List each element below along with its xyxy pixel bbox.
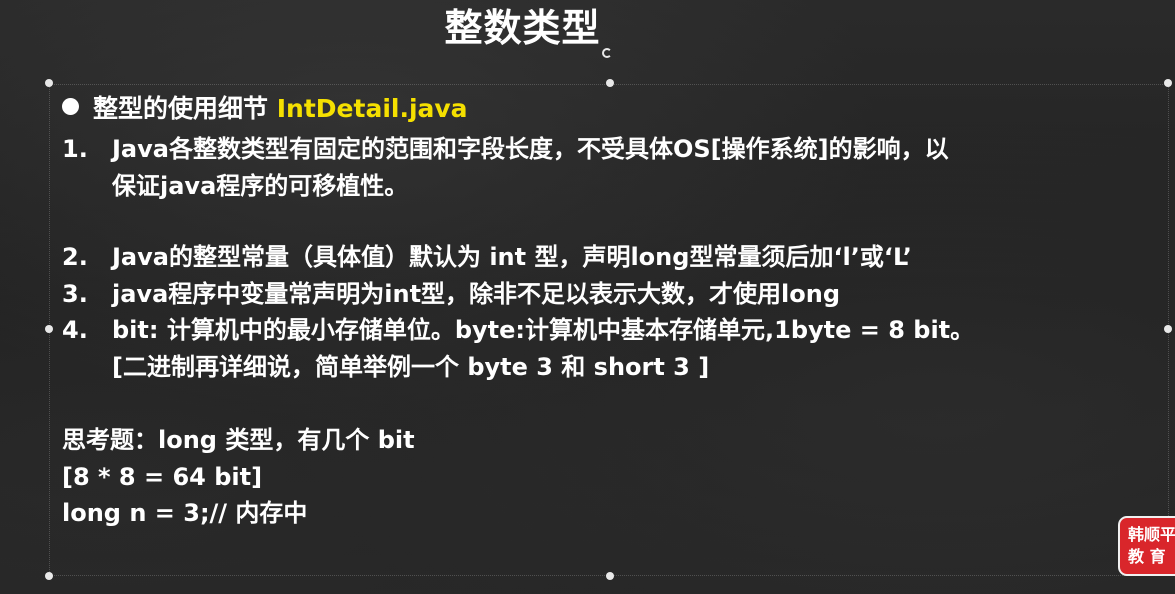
resize-handle-top-right[interactable] (1164, 79, 1172, 87)
resize-handle-middle-left[interactable] (45, 325, 53, 333)
bullet-dot-icon (62, 98, 79, 115)
list-item-text: Java各整数类型有固定的范围和字段长度，不受具体OS[操作系统]的影响，以 (112, 135, 949, 163)
answer-line-1: [8 * 8 = 64 bit] (62, 463, 263, 491)
list-item-number: 1. (62, 135, 88, 163)
brand-logo-line1: 韩顺平 (1128, 525, 1175, 544)
resize-handle-middle-right[interactable] (1164, 325, 1172, 333)
answer-line-2: long n = 3;// 内存中 (62, 499, 308, 527)
list-item-text: Java的整型常量（具体值）默认为 int 型，声明long型常量须后加‘l’或… (112, 243, 912, 271)
list-item-1: 1. Java各整数类型有固定的范围和字段长度，不受具体OS[操作系统]的影响，以 (62, 133, 949, 165)
list-item-4-continuation: [二进制再详细说，简单举例一个 byte 3 和 short 3 ] (112, 353, 710, 381)
list-item-3: 3. java程序中变量常声明为int型，除非不足以表示大数，才使用long (62, 278, 840, 310)
list-item-2: 2. Java的整型常量（具体值）默认为 int 型，声明long型常量须后加‘l… (62, 241, 912, 273)
rotate-handle[interactable] (602, 48, 612, 58)
resize-handle-bottom-left[interactable] (45, 572, 53, 580)
section-heading-label: 整型的使用细节 (93, 94, 269, 123)
question-text: 思考题：long 类型，有几个 bit (62, 426, 415, 454)
resize-handle-bottom-center[interactable] (606, 572, 614, 580)
resize-handle-top-center[interactable] (606, 79, 614, 87)
section-heading-filename: IntDetail.java (276, 94, 468, 123)
section-heading: 整型的使用细节 IntDetail.java (62, 92, 468, 126)
list-item-number: 3. (62, 280, 88, 308)
slide-title: 整数类型 (444, 6, 601, 50)
list-item-1-continuation: 保证java程序的可移植性。 (112, 172, 409, 200)
list-item-4: 4. bit: 计算机中的最小存储单位。byte:计算机中基本存储单元,1byte… (62, 314, 974, 346)
list-item-number: 4. (62, 316, 88, 344)
brand-logo-line2: 教 育 (1128, 547, 1166, 566)
brand-logo: 韩顺平 教 育 (1118, 516, 1175, 576)
list-item-number: 2. (62, 243, 88, 271)
slide-canvas: 整数类型 整型的使用细节 IntDetail.java 1. Java各整数类型有… (0, 0, 1175, 594)
list-item-text: bit: 计算机中的最小存储单位。byte:计算机中基本存储单元,1byte =… (112, 316, 975, 344)
list-item-text: java程序中变量常声明为int型，除非不足以表示大数，才使用long (112, 280, 841, 308)
resize-handle-top-left[interactable] (45, 79, 53, 87)
